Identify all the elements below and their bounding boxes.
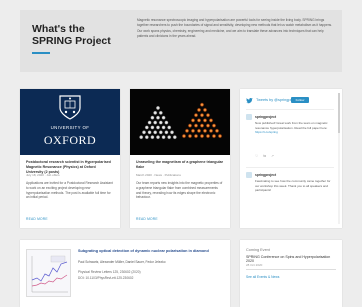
card-meta: March 2020 · News · Publications [136, 173, 181, 177]
graphene-flake-image [130, 89, 230, 155]
read-more-link[interactable]: Read more [26, 217, 48, 221]
scrollbar-thumb[interactable] [338, 93, 340, 133]
card-excerpt: Applications are invited for a Postdocto… [26, 181, 113, 200]
oxford-logo: UNIVERSITY OF OXFORD [20, 89, 120, 155]
tweet-text: Now published! Great work from the team … [255, 121, 333, 135]
divider [246, 109, 334, 110]
event-title[interactable]: SPRING Conference on Spins and Hyperpola… [246, 255, 336, 263]
intro-title-underline [32, 52, 50, 54]
oxford-logo-line1: UNIVERSITY OF [50, 125, 90, 130]
tweet-actions[interactable]: ♡ ⇆ ↗ [255, 154, 276, 158]
intro-text: Magnetic resonance spectroscopic imaging… [137, 18, 333, 38]
tweet-user[interactable]: springproject [255, 173, 276, 177]
card-meta: July 18, 2020 · Job offers [26, 173, 60, 177]
twitter-header: Tweets by @springproject Follow [246, 97, 336, 105]
publication-source: Physical Review Letters 125, 230602 (202… [78, 270, 141, 274]
event-card[interactable]: Coming Event SPRING Conference on Spins … [240, 240, 342, 307]
publication-doi[interactable]: DOI: 10.1103/PhysRevLett.125.230602 [78, 276, 224, 280]
tweet-text: Fascinating to see how the community cam… [255, 179, 331, 192]
avatar [246, 114, 252, 120]
event-date: 28 Oct 2020 [246, 263, 263, 267]
event-label: Coming Event [246, 248, 270, 252]
divider [246, 269, 336, 270]
divider [246, 167, 334, 168]
oxford-crest-icon [59, 95, 81, 120]
news-card[interactable]: Unraveling the magnetism of a graphene t… [130, 89, 230, 228]
avatar [246, 172, 252, 178]
twitter-timeline[interactable]: Tweets by @springproject Follow springpr… [240, 89, 342, 228]
publication-figure-thumbnail [26, 249, 71, 297]
intro-title: What's the SPRING Project [32, 23, 111, 47]
job-card[interactable]: UNIVERSITY OF OXFORD Postdoctoral resear… [20, 89, 120, 228]
tweet-body: Now published! Great work from the team … [255, 121, 328, 130]
tweet[interactable]: springproject Fascinating to see how the… [246, 172, 334, 217]
follow-button[interactable]: Follow [291, 97, 309, 103]
publication-title[interactable]: Subgrating optical detection of dynamic … [78, 249, 224, 254]
read-more-link[interactable]: Read more [136, 217, 158, 221]
all-events-link[interactable]: See all Events & News [246, 275, 279, 279]
publication-authors: Paul Schwartz, Alexander Müller, Daniel … [78, 260, 166, 264]
tweet-link[interactable]: https://t.co/spring [255, 130, 278, 134]
intro-section: What's the SPRING Project Magnetic reson… [20, 10, 342, 72]
card-title[interactable]: Unraveling the magnetism of a graphene t… [136, 160, 224, 170]
tweet[interactable]: springproject Now published! Great work … [246, 114, 334, 164]
card-excerpt: Our team reports new insights into the m… [136, 181, 223, 200]
oxford-logo-line2: OXFORD [43, 133, 97, 147]
publication-card[interactable]: Subgrating optical detection of dynamic … [20, 240, 230, 307]
twitter-bird-icon [246, 97, 253, 104]
tweet-user[interactable]: springproject [255, 115, 276, 119]
